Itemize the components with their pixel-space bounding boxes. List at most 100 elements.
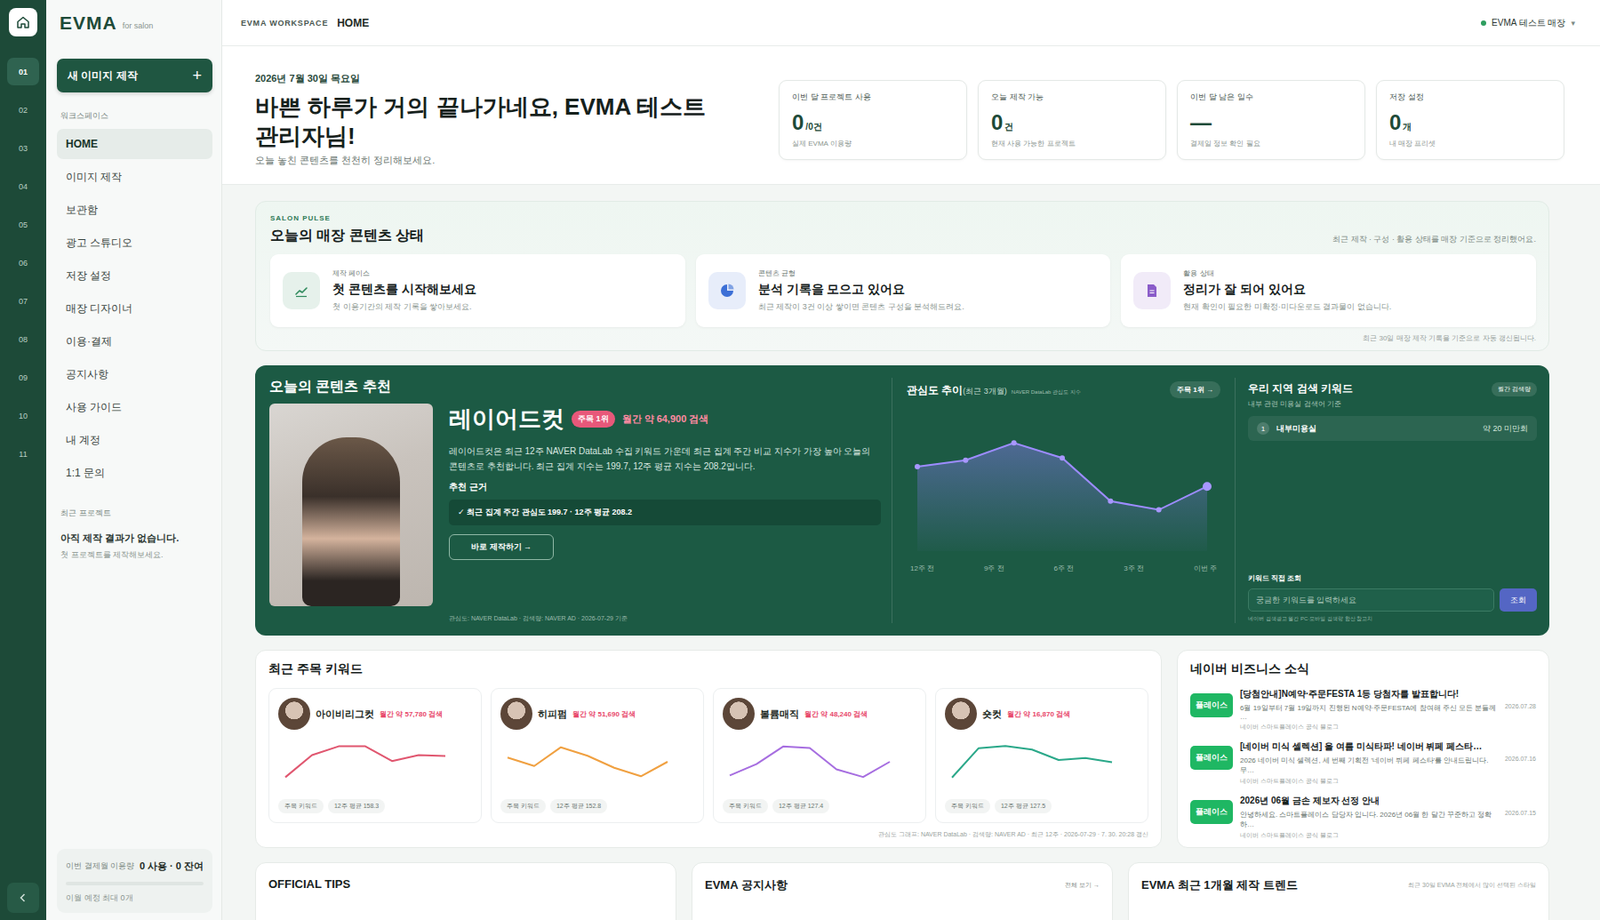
pulse-card-label: 활용 상태 — [1183, 268, 1392, 279]
keyword-card-header: 아이비리그컷 월간 약 57,780 검색 — [278, 697, 472, 730]
home-button[interactable] — [8, 8, 38, 37]
rail-item[interactable]: 01 — [7, 57, 40, 86]
usage-row: 이번 결제월 이용량0 사용 · 0 잔여 — [65, 859, 204, 873]
sidebar-item[interactable]: 이미지 제작 — [56, 161, 213, 192]
x-tick: 12주 전 — [910, 563, 935, 574]
local-header: 우리 지역 검색 키워드월간 검색량 — [1248, 381, 1537, 397]
pulse-card-text: 콘텐츠 균형분석 기록을 모으고 있어요최근 제작이 3건 이상 쌓이면 콘텐츠… — [758, 268, 965, 313]
recommend-source: 관심도: NAVER DataLab · 검색량: NAVER AD · 202… — [448, 608, 881, 624]
rail-item[interactable]: 08 — [7, 325, 40, 353]
recommend-main: 오늘의 콘텐츠 추천레이어드컷주목 1위월간 약 64,900 검색레이어드컷은… — [269, 377, 892, 624]
pulse-card-label: 제작 페이스 — [332, 268, 477, 279]
naver-news: 네이버 비즈니스 소식플레이스[당첨안내]N예약·주문FESTA 1등 당첨자를… — [1176, 649, 1550, 848]
rail-item[interactable]: 02 — [7, 96, 40, 124]
pulse-card-text: 활용 상태정리가 잘 되어 있어요현재 확인이 필요한 미확정·미다운로드 결과… — [1183, 268, 1392, 313]
view-all-link[interactable]: 전체 보기 → — [1064, 880, 1100, 890]
keyword-input[interactable] — [1248, 588, 1495, 612]
stat-note: 실제 EVMA 이용량 — [792, 138, 954, 149]
stat-number: 0 — [1389, 110, 1401, 136]
pulse-footer: 최근 30일 매장 제작 기록을 기준으로 자동 갱신됩니다. — [270, 333, 1536, 344]
lookup-title: 키워드 직접 조회 — [1248, 573, 1537, 584]
rail-item[interactable]: 03 — [7, 134, 40, 162]
collapse-button[interactable] — [7, 882, 40, 913]
stat-card: 저장 설정0개내 매장 프리셋 — [1376, 80, 1565, 160]
sidebar-item[interactable]: 사용 가이드 — [56, 392, 213, 423]
keyword-card-header: 볼륨매직월간 약 48,240 검색 — [722, 697, 917, 730]
news-item[interactable]: 플레이스[네이버 미식 셀렉션] 올 여름 미식타파! 네이버 뷔페 페스타…2… — [1190, 740, 1536, 786]
keyword-card[interactable]: 히피펌월간 약 51,690 검색주목 키워드12주 평균 152.8 — [490, 688, 704, 824]
official-tips: OFFICIAL TIPS — [255, 862, 677, 920]
chart-point — [1059, 455, 1065, 461]
sidebar-item[interactable]: 이용·결제 — [56, 326, 213, 357]
news-body: [네이버 미식 셀렉션] 올 여름 미식타파! 네이버 뷔페 페스타…2026 … — [1240, 740, 1536, 786]
rail-item[interactable]: 04 — [7, 172, 40, 200]
app-shell: 01 02 03 04 05 06 07 08 09 10 11 EVMAfor salon 새 이미지… — [0, 0, 1600, 920]
news-tag: 플레이스 — [1190, 693, 1233, 718]
news-headline: [당첨안내]N예약·주문FESTA 1등 당첨자를 발표합니다! — [1240, 688, 1536, 701]
keyword-name: 아이비리그컷 — [315, 707, 375, 721]
rail-item[interactable]: 10 — [7, 401, 40, 430]
keyword-cards: 아이비리그컷월간 약 57,780 검색주목 키워드12주 평균 158.3히피… — [268, 688, 1149, 824]
caret-icon: ▾ — [1570, 18, 1576, 28]
keyword-chips: 주목 키워드12주 평균 127.5 — [944, 799, 1139, 814]
keyword-card[interactable]: 아이비리그컷월간 약 57,780 검색주목 키워드12주 평균 158.3 — [268, 688, 482, 824]
sidebar-section-label: 워크스페이스 — [60, 110, 213, 122]
sidebar-menu: HOME이미지 제작보관함광고 스튜디오저장 설정매장 디자이너이용·결제공지사… — [56, 128, 213, 488]
sidebar-item[interactable]: 내 계정 — [56, 424, 213, 456]
keyword-card[interactable]: 볼륨매직월간 약 48,240 검색주목 키워드12주 평균 127.4 — [712, 688, 927, 824]
news-source: 네이버 스마트플레이스 공식 블로그 — [1240, 831, 1536, 840]
main: EVMA WORKSPACEHOMEEVMA 테스트 매장▾2026년 7월 3… — [222, 0, 1600, 920]
recommend-info: 레이어드컷주목 1위월간 약 64,900 검색레이어드컷은 최근 12주 NA… — [448, 403, 881, 624]
lookup-button[interactable]: 조회 — [1499, 588, 1537, 612]
chart-source: NAVER DataLab 관심도 지수 — [1011, 389, 1081, 395]
pulse-note: 최근 제작 · 구성 · 활용 상태를 매장 기준으로 정리했어요. — [1332, 233, 1536, 246]
rank-badge: 주목 1위 — [571, 410, 616, 428]
news-body: 2026년 06월 금손 제보자 선정 안내안녕하세요. 스마트플레이스 담당자… — [1240, 794, 1536, 840]
local-keywords-panel: 우리 지역 검색 키워드월간 검색량내부 관련 미용실 검색어 기준1내부미용실… — [1234, 377, 1537, 624]
news-date: 2026.07.15 — [1504, 809, 1536, 830]
create-button[interactable]: 바로 제작하기 → — [448, 534, 554, 560]
sidebar-item[interactable]: 저장 설정 — [56, 260, 213, 291]
news-desc: 2026 네이버 미식 셀렉션, 세 번째 기획전 '네이버 뷔페 페스타'를 … — [1240, 755, 1498, 776]
keyword-tag: 주목 키워드 — [722, 799, 768, 814]
keyword-card[interactable]: 숏컷월간 약 16,870 검색주목 키워드12주 평균 127.5 — [935, 688, 1149, 824]
chart-header: 관심도 추이(최근 3개월)NAVER DataLab 관심도 지수주목 1위 … — [906, 381, 1221, 399]
chart-rank-button[interactable]: 주목 1위 → — [1169, 381, 1221, 399]
trend-chart-panel: 관심도 추이(최근 3개월)NAVER DataLab 관심도 지수주목 1위 … — [891, 377, 1235, 624]
store-selector[interactable]: EVMA 테스트 매장▾ — [1480, 16, 1576, 30]
pulse-card: 제작 페이스첫 콘텐츠를 시작해보세요첫 이용기간의 제작 기록을 쌓아보세요. — [270, 254, 686, 328]
pulse-card: 활용 상태정리가 잘 되어 있어요현재 확인이 필요한 미확정·미다운로드 결과… — [1120, 254, 1536, 328]
content: 2026년 7월 30일 목요일바쁜 하루가 거의 끝나가네요, EVMA 테스… — [222, 46, 1600, 920]
news-item[interactable]: 플레이스2026년 06월 금손 제보자 선정 안내안녕하세요. 스마트플레이스… — [1190, 794, 1536, 840]
sidebar-item[interactable]: 광고 스튜디오 — [56, 227, 213, 258]
keyword-tag: 주목 키워드 — [944, 799, 991, 814]
rail-list: 01 02 03 04 05 06 07 08 09 10 11 — [7, 57, 40, 468]
sidebar-item[interactable]: HOME — [56, 128, 213, 160]
sidebar-item[interactable]: 1:1 문의 — [56, 457, 213, 488]
keyword-searches: 월간 약 57,780 검색 — [379, 709, 443, 720]
stat-label: 오늘 제작 가능 — [991, 91, 1153, 104]
bottom-row: OFFICIAL TIPSEVMA 공지사항전체 보기 →EVMA 최근 1개월… — [255, 862, 1550, 920]
local-keyword-row[interactable]: 1내부미용실약 20 미만회 — [1248, 416, 1537, 441]
stat-label: 저장 설정 — [1389, 91, 1552, 104]
production-trend: EVMA 최근 1개월 제작 트렌드최근 30일 EVMA 전체에서 많이 선택… — [1128, 862, 1550, 920]
brand-logo[interactable]: EVMAfor salon — [56, 0, 213, 47]
pulse-card-desc: 현재 확인이 필요한 미확정·미다운로드 결과물이 없습니다. — [1183, 301, 1392, 313]
pulse-card-desc: 첫 이용기간의 제작 기록을 쌓아보세요. — [332, 301, 477, 313]
keyword-chips: 주목 키워드12주 평균 152.8 — [500, 799, 695, 814]
stat-note: 현재 사용 가능한 프로젝트 — [991, 138, 1153, 149]
sidebar-item[interactable]: 공지사항 — [56, 359, 213, 390]
news-desc-row: 2026 네이버 미식 셀렉션, 세 번째 기획전 '네이버 뷔페 페스타'를 … — [1240, 755, 1536, 776]
x-tick: 9주 전 — [984, 563, 1005, 574]
stat-value: 0개 — [1389, 110, 1552, 136]
sidebar-item[interactable]: 보관함 — [56, 194, 213, 225]
sparkline-line — [729, 746, 890, 777]
rail-item[interactable]: 07 — [7, 287, 40, 315]
rail-item[interactable]: 09 — [7, 363, 40, 392]
new-image-button[interactable]: 새 이미지 제작+ — [56, 58, 213, 93]
rail-item[interactable]: 05 — [7, 210, 40, 239]
news-item[interactable]: 플레이스[당첨안내]N예약·주문FESTA 1등 당첨자를 발표합니다!6월 1… — [1190, 688, 1536, 732]
rail-item[interactable]: 06 — [7, 248, 40, 277]
rail-item[interactable]: 11 — [7, 440, 40, 468]
sidebar-item[interactable]: 매장 디자이너 — [56, 293, 213, 324]
